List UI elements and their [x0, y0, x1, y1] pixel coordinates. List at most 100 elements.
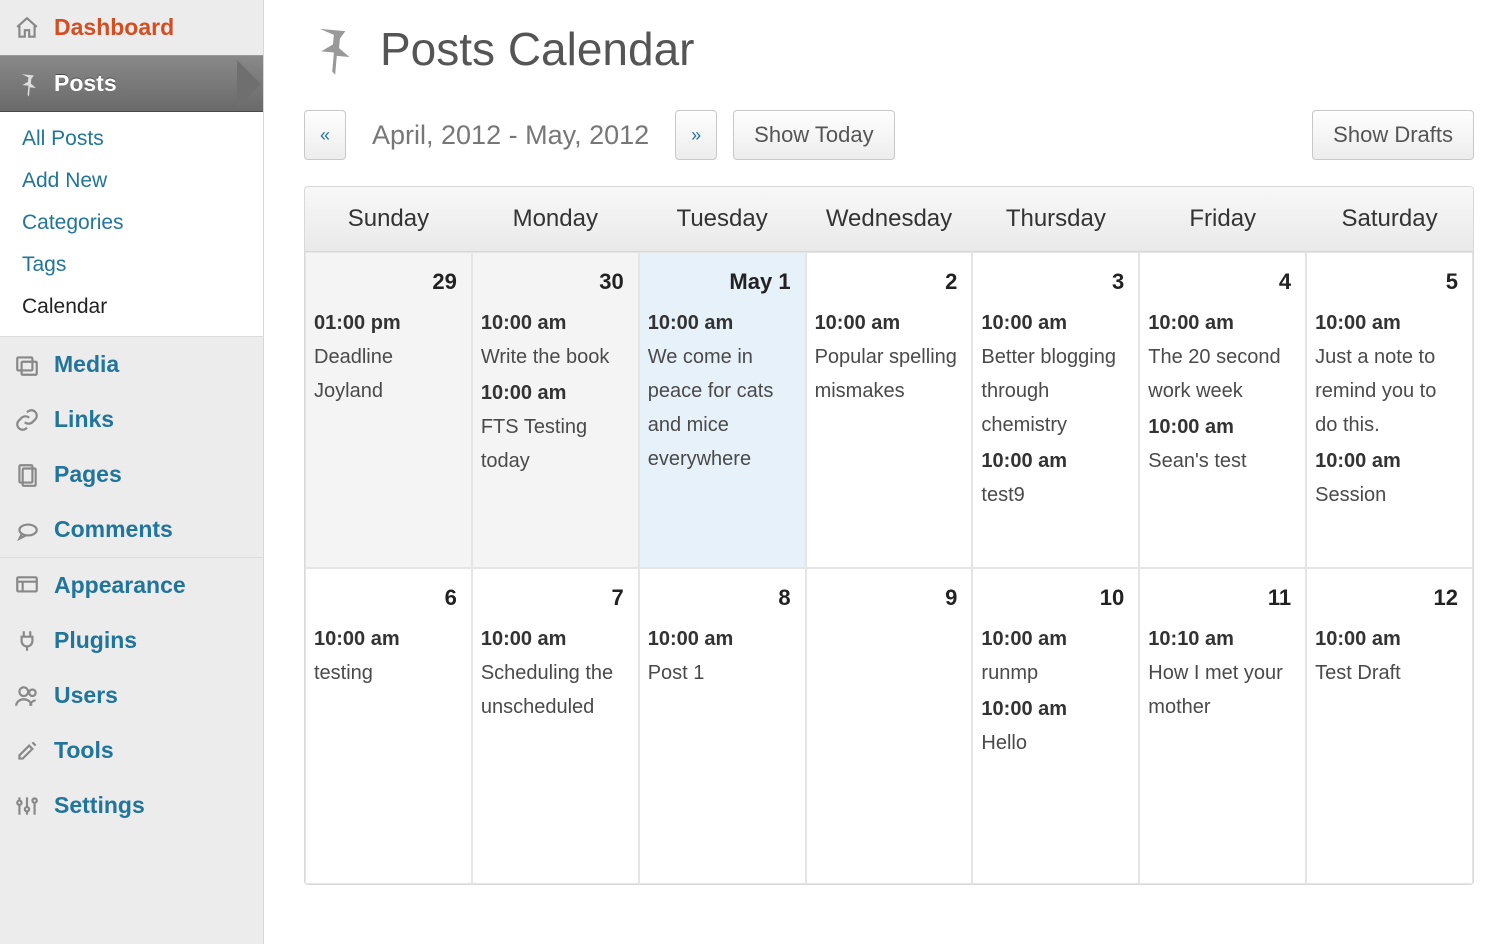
calendar-event[interactable]: 10:00 amSession — [1315, 444, 1464, 512]
sidebar-item-label: Links — [54, 406, 114, 433]
calendar-day-cell[interactable]: 610:00 amtesting — [305, 568, 472, 884]
day-number: 4 — [1148, 253, 1297, 306]
event-time: 10:00 am — [981, 622, 1130, 656]
sidebar-item-plugins[interactable]: Plugins — [0, 613, 263, 668]
pin-icon — [14, 71, 40, 97]
pin-icon — [304, 22, 358, 76]
calendar-event[interactable]: 10:00 amWrite the book — [481, 306, 630, 374]
calendar-event[interactable]: 10:10 amHow I met your mother — [1148, 622, 1297, 724]
calendar-day-cell[interactable]: 810:00 amPost 1 — [639, 568, 806, 884]
calendar-event[interactable]: 10:00 amSean's test — [1148, 410, 1297, 478]
show-today-button[interactable]: Show Today — [733, 110, 894, 160]
calendar-event[interactable]: 10:00 amrunmp — [981, 622, 1130, 690]
sidebar-item-comments[interactable]: Comments — [0, 502, 263, 557]
users-icon — [14, 683, 40, 709]
sidebar-item-label: Appearance — [54, 572, 186, 599]
day-number: 30 — [481, 253, 630, 306]
event-time: 10:00 am — [314, 622, 463, 656]
sidebar-subitem-calendar[interactable]: Calendar — [0, 286, 263, 328]
event-title: Just a note to remind you to do this. — [1315, 340, 1464, 442]
media-icon — [14, 352, 40, 378]
link-icon — [14, 407, 40, 433]
event-title: How I met your mother — [1148, 656, 1297, 724]
weekday-header: Monday — [472, 187, 639, 251]
calendar-day-cell[interactable]: May 110:00 amWe come in peace for cats a… — [639, 252, 806, 568]
day-number: 8 — [648, 569, 797, 622]
calendar-event[interactable]: 10:00 amJust a note to remind you to do … — [1315, 306, 1464, 442]
calendar-day-cell[interactable]: 3010:00 amWrite the book10:00 amFTS Test… — [472, 252, 639, 568]
sidebar-item-label: Users — [54, 682, 118, 709]
sidebar-item-posts[interactable]: Posts — [0, 55, 263, 112]
comment-icon — [14, 517, 40, 543]
calendar-event[interactable]: 10:00 amtest9 — [981, 444, 1130, 512]
weekday-header: Tuesday — [639, 187, 806, 251]
sidebar-item-media[interactable]: Media — [0, 337, 263, 392]
sidebar-item-users[interactable]: Users — [0, 668, 263, 723]
event-title: Session — [1315, 478, 1464, 512]
next-button[interactable]: » — [675, 110, 717, 160]
event-title: runmp — [981, 656, 1130, 690]
calendar-event[interactable]: 10:00 amTest Draft — [1315, 622, 1464, 690]
sidebar-item-label: Media — [54, 351, 119, 378]
calendar-day-cell[interactable]: 2901:00 pmDeadline Joyland — [305, 252, 472, 568]
calendar-event[interactable]: 01:00 pmDeadline Joyland — [314, 306, 463, 408]
day-number: 6 — [314, 569, 463, 622]
sidebar-item-label: Comments — [54, 516, 173, 543]
sidebar-subitem-tags[interactable]: Tags — [0, 244, 263, 286]
sidebar-item-links[interactable]: Links — [0, 392, 263, 447]
calendar-day-cell[interactable]: 1110:10 amHow I met your mother — [1139, 568, 1306, 884]
event-time: 10:00 am — [1315, 622, 1464, 656]
sidebar-item-settings[interactable]: Settings — [0, 778, 263, 833]
calendar-event[interactable]: 10:00 amFTS Testing today — [481, 376, 630, 478]
sidebar-item-pages[interactable]: Pages — [0, 447, 263, 502]
sidebar-item-tools[interactable]: Tools — [0, 723, 263, 778]
event-time: 10:00 am — [981, 444, 1130, 478]
calendar-event[interactable]: 10:00 amPost 1 — [648, 622, 797, 690]
calendar-event[interactable]: 10:00 amBetter blogging through chemistr… — [981, 306, 1130, 442]
sidebar-item-label: Tools — [54, 737, 114, 764]
sidebar-item-label: Plugins — [54, 627, 137, 654]
event-time: 10:00 am — [481, 306, 630, 340]
calendar-event[interactable]: 10:00 amWe come in peace for cats and mi… — [648, 306, 797, 476]
calendar-day-cell[interactable]: 9 — [806, 568, 973, 884]
calendar-day-cell[interactable]: 410:00 amThe 20 second work week10:00 am… — [1139, 252, 1306, 568]
calendar-event[interactable]: 10:00 amScheduling the unscheduled — [481, 622, 630, 724]
event-time: 10:00 am — [648, 622, 797, 656]
sidebar-item-dashboard[interactable]: Dashboard — [0, 0, 263, 55]
calendar-day-cell[interactable]: 1210:00 amTest Draft — [1306, 568, 1473, 884]
calendar-day-cell[interactable]: 1010:00 amrunmp10:00 amHello — [972, 568, 1139, 884]
calendar-day-cell[interactable]: 710:00 amScheduling the unscheduled — [472, 568, 639, 884]
event-time: 10:00 am — [815, 306, 964, 340]
calendar-week: 2901:00 pmDeadline Joyland3010:00 amWrit… — [305, 252, 1473, 568]
day-number: 7 — [481, 569, 630, 622]
event-time: 01:00 pm — [314, 306, 463, 340]
sidebar-item-label: Dashboard — [54, 14, 174, 41]
day-number: 11 — [1148, 569, 1297, 622]
calendar-day-cell[interactable]: 510:00 amJust a note to remind you to do… — [1306, 252, 1473, 568]
event-time: 10:00 am — [481, 376, 630, 410]
calendar-event[interactable]: 10:00 amThe 20 second work week — [1148, 306, 1297, 408]
admin-sidebar: Dashboard Posts All PostsAdd NewCategori… — [0, 0, 264, 944]
sidebar-item-appearance[interactable]: Appearance — [0, 558, 263, 613]
event-time: 10:10 am — [1148, 622, 1297, 656]
calendar-event[interactable]: 10:00 amHello — [981, 692, 1130, 760]
sidebar-subitem-categories[interactable]: Categories — [0, 202, 263, 244]
sidebar-subitem-add-new[interactable]: Add New — [0, 160, 263, 202]
sidebar-item-label: Settings — [54, 792, 145, 819]
sidebar-subitem-all-posts[interactable]: All Posts — [0, 118, 263, 160]
calendar-event[interactable]: 10:00 amPopular spelling mismakes — [815, 306, 964, 408]
calendar-event[interactable]: 10:00 amtesting — [314, 622, 463, 690]
sidebar-item-label: Posts — [54, 70, 117, 97]
event-time: 10:00 am — [1148, 410, 1297, 444]
event-title: We come in peace for cats and mice every… — [648, 340, 797, 476]
calendar-day-cell[interactable]: 310:00 amBetter blogging through chemist… — [972, 252, 1139, 568]
weekday-header: Saturday — [1306, 187, 1473, 251]
event-title: Post 1 — [648, 656, 797, 690]
weekday-header: Thursday — [972, 187, 1139, 251]
day-number: 10 — [981, 569, 1130, 622]
calendar-body: 2901:00 pmDeadline Joyland3010:00 amWrit… — [305, 252, 1473, 884]
prev-button[interactable]: « — [304, 110, 346, 160]
show-drafts-button[interactable]: Show Drafts — [1312, 110, 1474, 160]
calendar-day-cell[interactable]: 210:00 amPopular spelling mismakes — [806, 252, 973, 568]
plug-icon — [14, 628, 40, 654]
